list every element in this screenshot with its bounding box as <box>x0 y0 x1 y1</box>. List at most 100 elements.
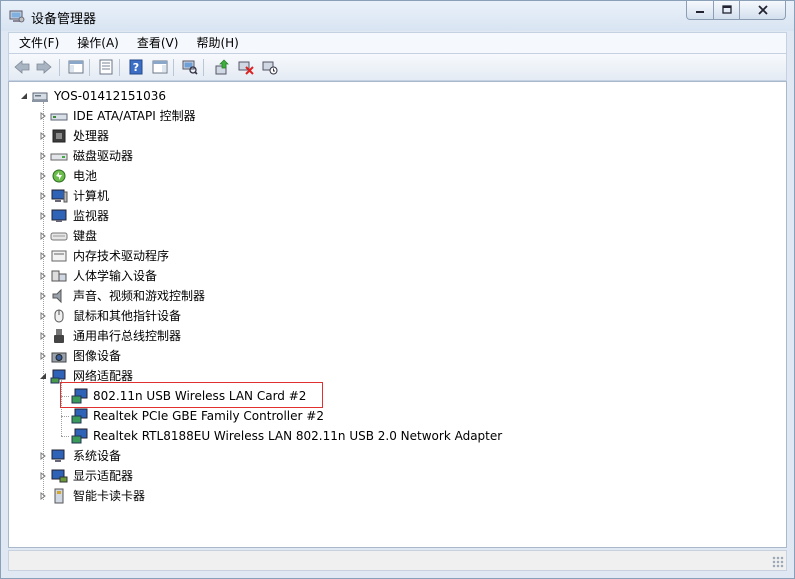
network-device-icon <box>71 428 88 444</box>
tree-category-row[interactable]: 显示适配器 <box>9 466 609 486</box>
help-button[interactable]: ? <box>127 58 145 76</box>
smart-card-reader-icon <box>54 488 64 504</box>
tree-device-label: Realtek RTL8188EU Wireless LAN 802.11n U… <box>93 429 503 443</box>
toolbar-separator <box>119 59 120 76</box>
expand-arrow-icon[interactable] <box>39 452 47 460</box>
tree-category-label: 磁盘驱动器 <box>73 149 134 163</box>
tree-category-row[interactable]: 通用串行总线控制器 <box>9 326 609 346</box>
tree-category-label: 系统设备 <box>73 449 122 463</box>
expand-arrow-icon[interactable] <box>39 472 47 480</box>
expand-arrow-icon[interactable] <box>39 252 47 260</box>
window-title: 设备管理器 <box>31 12 97 27</box>
window-controls <box>686 1 786 21</box>
uninstall-device-button[interactable] <box>237 58 255 76</box>
camera-icon <box>51 352 67 363</box>
tree-device-row[interactable]: Realtek PCIe GBE Family Controller #2 <box>9 406 749 426</box>
update-driver-icon <box>215 59 229 75</box>
tree-connector <box>61 416 69 417</box>
properties-button[interactable] <box>97 58 115 76</box>
tree-category-row[interactable]: 计算机 <box>9 186 609 206</box>
device-manager-window: 设备管理器 文件(F) 操作(A) 查看(V) 帮助(H) ? YOS-0141… <box>0 0 795 579</box>
mouse-icon <box>54 309 64 323</box>
system-device-icon <box>51 449 65 462</box>
expand-arrow-icon[interactable] <box>39 232 47 240</box>
expand-arrow-icon[interactable] <box>39 332 47 340</box>
tree-category-row[interactable]: 鼠标和其他指针设备 <box>9 306 609 326</box>
tree-device-row[interactable]: Realtek RTL8188EU Wireless LAN 802.11n U… <box>9 426 749 446</box>
expand-arrow-icon[interactable] <box>39 112 47 120</box>
toolbar-separator <box>203 59 204 76</box>
network-device-icon <box>71 408 88 424</box>
tree-category-row[interactable]: 图像设备 <box>9 346 609 366</box>
show-hide-console-tree-icon <box>68 60 84 74</box>
tree-category-row[interactable]: IDE ATA/ATAPI 控制器 <box>9 106 609 126</box>
tree-category-label: 电池 <box>73 169 98 183</box>
menu-file[interactable]: 文件(F) <box>9 33 67 54</box>
tree-category-row[interactable]: 监视器 <box>9 206 609 226</box>
display-adapter-icon <box>51 469 68 483</box>
scan-hardware-button[interactable] <box>181 58 199 76</box>
tree-category-row[interactable]: 声音、视频和游戏控制器 <box>9 286 609 306</box>
action-pane-button[interactable] <box>151 58 169 76</box>
disk-drive-icon <box>50 153 68 161</box>
computer-icon <box>51 189 68 203</box>
expand-arrow-icon[interactable] <box>39 172 47 180</box>
toolbar: ? <box>8 53 787 81</box>
device-tree[interactable]: YOS-01412151036 IDE ATA/ATAPI 控制器 处理器 磁盘… <box>8 81 787 548</box>
tree-category-label: 处理器 <box>73 129 110 143</box>
resize-grip-icon[interactable] <box>772 556 784 568</box>
sound-icon <box>52 288 62 304</box>
disable-device-button[interactable] <box>261 58 279 76</box>
maximize-icon <box>721 5 732 14</box>
tree-root-row[interactable]: YOS-01412151036 <box>9 86 509 106</box>
menu-view[interactable]: 查看(V) <box>127 33 187 54</box>
back-button[interactable] <box>13 58 31 76</box>
tree-category-label: 计算机 <box>73 189 110 203</box>
tree-category-label: 智能卡读卡器 <box>73 489 146 503</box>
tree-category-row[interactable]: 处理器 <box>9 126 609 146</box>
expand-arrow-icon[interactable] <box>39 292 47 300</box>
svg-text:?: ? <box>133 61 139 74</box>
tree-category-label: IDE ATA/ATAPI 控制器 <box>73 109 196 123</box>
expand-arrow-icon[interactable] <box>39 212 47 220</box>
show-hide-console-tree-button[interactable] <box>67 58 85 76</box>
tree-category-row[interactable]: 键盘 <box>9 226 609 246</box>
minimize-button[interactable] <box>686 1 714 20</box>
tree-category-label: 鼠标和其他指针设备 <box>73 309 182 323</box>
expand-arrow-icon[interactable] <box>39 272 47 280</box>
tree-category-row[interactable]: 智能卡读卡器 <box>9 486 609 506</box>
tree-category-row[interactable]: 电池 <box>9 166 609 186</box>
menu-help[interactable]: 帮助(H) <box>186 33 246 54</box>
tree-category-row[interactable]: 磁盘驱动器 <box>9 146 609 166</box>
processor-icon <box>52 129 66 143</box>
tree-category-row[interactable]: 内存技术驱动程序 <box>9 246 609 266</box>
help-icon: ? <box>129 59 143 75</box>
tree-category-label: 键盘 <box>73 229 98 243</box>
tree-category-label: 监视器 <box>73 209 110 223</box>
expand-arrow-icon[interactable] <box>39 192 47 200</box>
toolbar-separator <box>173 59 174 76</box>
expand-arrow-icon[interactable] <box>39 152 47 160</box>
expand-arrow-icon[interactable] <box>39 132 47 140</box>
maximize-button[interactable] <box>714 1 740 20</box>
uninstall-device-icon <box>238 61 254 75</box>
tree-connector <box>61 436 69 437</box>
highlight-box <box>60 382 323 408</box>
expand-arrow-icon[interactable] <box>39 492 47 500</box>
collapse-arrow-icon[interactable] <box>39 372 47 380</box>
tree-category-row[interactable]: 人体学输入设备 <box>9 266 609 286</box>
close-button[interactable] <box>740 1 786 20</box>
tree-root-label: YOS-01412151036 <box>54 89 167 103</box>
collapse-arrow-icon[interactable] <box>20 92 28 100</box>
expand-arrow-icon[interactable] <box>39 352 47 360</box>
menu-action[interactable]: 操作(A) <box>67 33 127 54</box>
expand-arrow-icon[interactable] <box>39 312 47 320</box>
tree-category-label: 通用串行总线控制器 <box>73 329 182 343</box>
scan-hardware-icon <box>182 60 198 75</box>
title-bar[interactable]: 设备管理器 <box>1 1 794 31</box>
tree-category-row[interactable]: 系统设备 <box>9 446 609 466</box>
forward-button[interactable] <box>35 58 53 76</box>
monitor-icon <box>51 209 67 222</box>
close-icon <box>757 5 768 15</box>
update-driver-button[interactable] <box>213 58 231 76</box>
